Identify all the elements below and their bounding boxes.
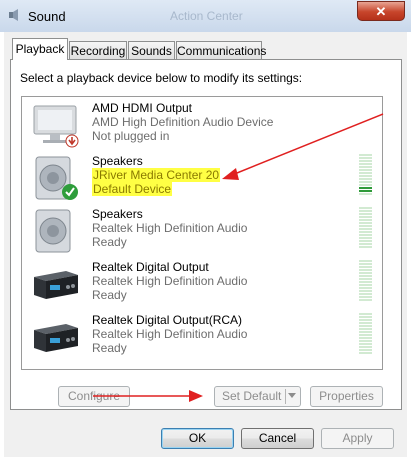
ok-button[interactable]: OK xyxy=(161,428,234,449)
window-title: Sound xyxy=(28,9,66,24)
volume-meter xyxy=(359,154,372,196)
device-driver: Realtek High Definition Audio xyxy=(92,274,248,288)
device-item-realtek-digital-rca[interactable]: Realtek Digital Output(RCA) Realtek High… xyxy=(22,311,380,361)
digital-output-icon xyxy=(34,324,78,352)
device-status: Ready xyxy=(92,235,127,249)
sound-dialog: Playback Recording Sounds Communications… xyxy=(4,32,407,457)
tab-communications[interactable]: Communications xyxy=(176,41,266,59)
device-name: Realtek Digital Output xyxy=(92,260,209,274)
device-list[interactable]: AMD HDMI Output AMD High Definition Audi… xyxy=(21,96,383,370)
volume-meter xyxy=(359,207,372,249)
tab-recording[interactable]: Recording xyxy=(69,41,127,59)
speaker-icon xyxy=(35,156,78,200)
apply-button[interactable]: Apply xyxy=(321,428,394,449)
tab-playback[interactable]: Playback xyxy=(12,38,68,60)
volume-meter xyxy=(359,260,372,302)
instruction-text: Select a playback device below to modify… xyxy=(20,71,303,85)
speaker-icon xyxy=(35,209,71,253)
device-name: AMD HDMI Output xyxy=(92,101,193,115)
background-window-title: Action Center xyxy=(170,9,243,23)
set-default-button[interactable]: Set Default xyxy=(214,386,301,407)
device-item-speakers-jriver[interactable]: Speakers JRiver Media Center 20 Default … xyxy=(22,152,380,202)
chevron-down-icon[interactable] xyxy=(288,393,296,398)
device-driver-highlighted: JRiver Media Center 20 xyxy=(92,168,221,182)
volume-meter xyxy=(359,313,372,355)
device-name: Speakers xyxy=(92,154,143,168)
device-status-highlighted: Default Device xyxy=(92,182,173,196)
device-status: Ready xyxy=(92,341,127,355)
monitor-icon xyxy=(33,105,79,148)
device-item-realtek-digital[interactable]: Realtek Digital Output Realtek High Defi… xyxy=(22,258,380,308)
device-name: Realtek Digital Output(RCA) xyxy=(92,313,243,327)
device-item-amd-hdmi[interactable]: AMD HDMI Output AMD High Definition Audi… xyxy=(22,99,380,149)
configure-button[interactable]: Configure xyxy=(58,386,130,407)
cancel-button[interactable]: Cancel xyxy=(241,428,314,449)
title-bar[interactable]: Sound Action Center ✕ xyxy=(0,0,411,32)
device-item-speakers-realtek[interactable]: Speakers Realtek High Definition Audio R… xyxy=(22,205,380,255)
properties-button[interactable]: Properties xyxy=(310,386,383,407)
device-driver: Realtek High Definition Audio xyxy=(92,327,248,341)
device-driver: Realtek High Definition Audio xyxy=(92,221,248,235)
speaker-app-icon xyxy=(9,9,18,21)
split-separator xyxy=(285,389,286,404)
device-status: Ready xyxy=(92,288,127,302)
device-driver: AMD High Definition Audio Device xyxy=(92,115,274,129)
set-default-label: Set Default xyxy=(222,389,282,403)
close-button[interactable]: ✕ xyxy=(357,1,405,21)
tab-sounds[interactable]: Sounds xyxy=(128,41,175,59)
device-status: Not plugged in xyxy=(92,129,170,143)
digital-output-icon xyxy=(34,271,78,299)
device-name: Speakers xyxy=(92,207,143,221)
